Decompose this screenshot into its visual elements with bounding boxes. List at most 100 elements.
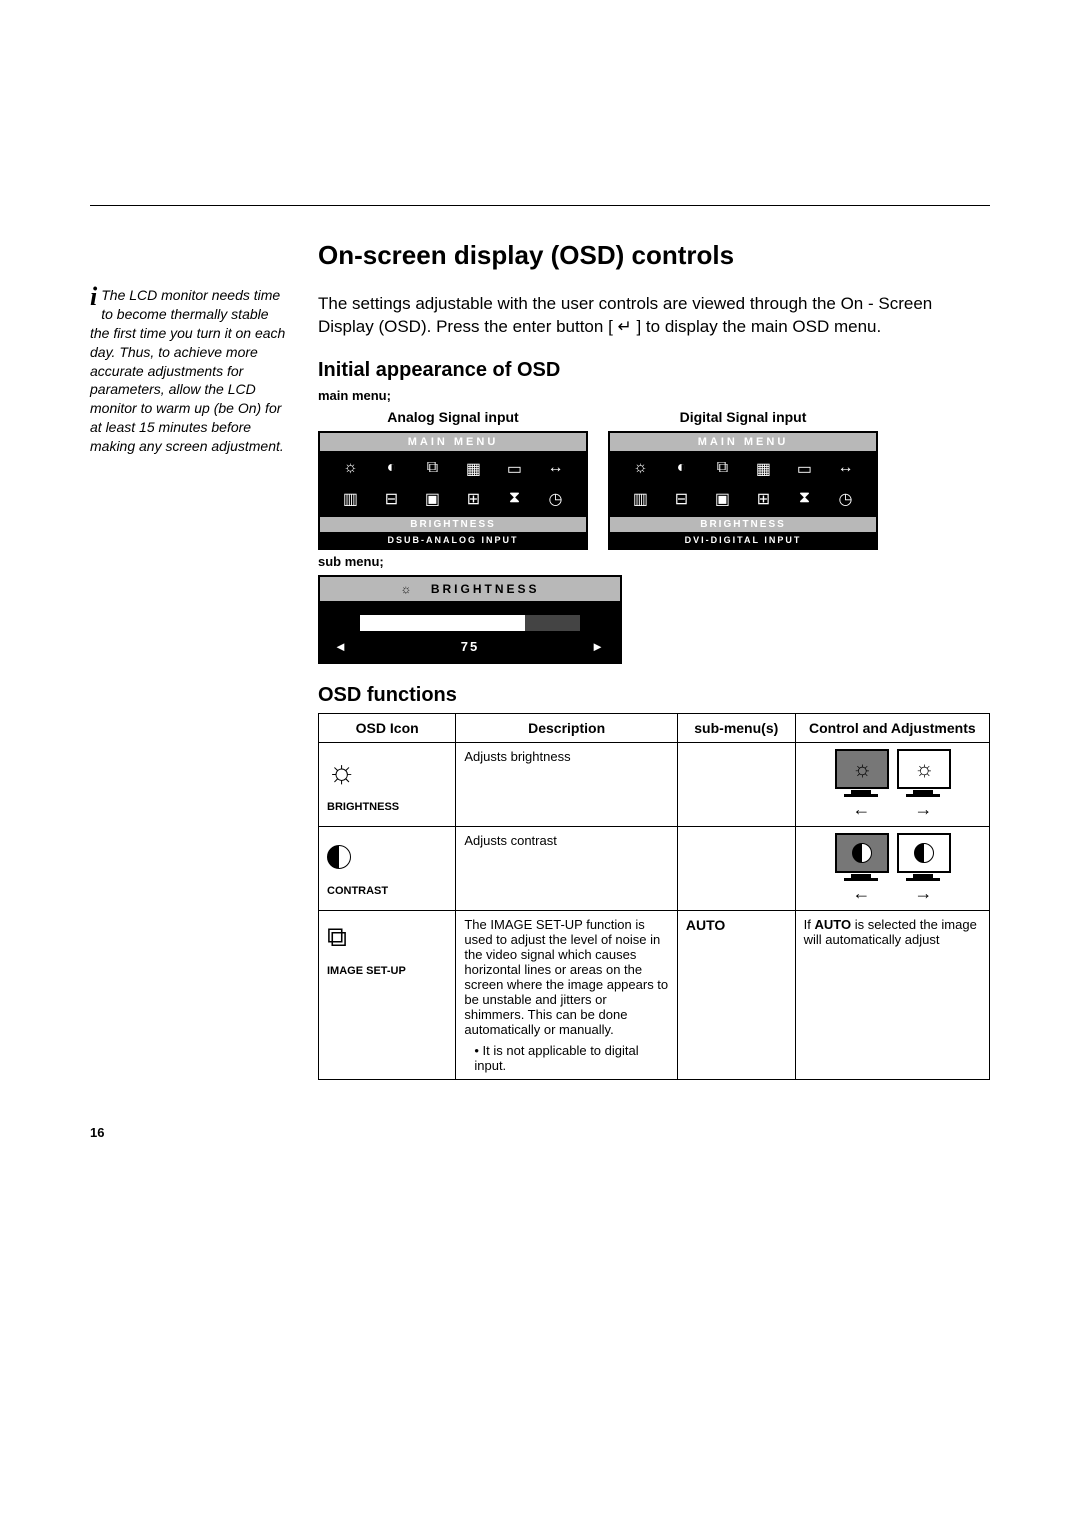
sub-cell: AUTO — [677, 910, 795, 1079]
th-icon: OSD Icon — [319, 713, 456, 742]
arrow-left-icon: ← — [835, 883, 887, 904]
horizontal-rule — [90, 205, 990, 206]
th-sub: sub-menu(s) — [677, 713, 795, 742]
sub-menu-label: sub menu; — [318, 554, 990, 569]
sidebar-text: The LCD monitor needs time to become the… — [90, 287, 285, 454]
desc-bullet: • It is not applicable to digital input. — [464, 1043, 669, 1073]
monitor-screen-icon: ☼ — [897, 749, 951, 789]
contrast-icon: ◐ — [372, 459, 411, 479]
desc-text: The IMAGE SET-UP function is used to adj… — [464, 917, 668, 1037]
color-icon: ▥ — [331, 489, 370, 509]
monitor-light: ☼ → — [897, 749, 949, 820]
osd-main-title-d: MAIN MENU — [610, 433, 876, 451]
color-icon: ▥ — [621, 489, 660, 509]
left-arrow-icon: ◄ — [334, 639, 349, 654]
input-icon: ⊟ — [662, 489, 701, 509]
osd-subtitle: BRIGHTNESS — [320, 517, 586, 532]
brightness-bar — [360, 615, 580, 631]
osd-functions-table: OSD Icon Description sub-menu(s) Control… — [318, 713, 990, 1080]
size-icon: ▭ — [785, 459, 824, 479]
contrast-icon — [327, 837, 447, 874]
sun-icon: ☼ — [400, 582, 414, 596]
reset-icon: ↔ — [536, 459, 575, 479]
table-row: ⧉ IMAGE SET-UP The IMAGE SET-UP function… — [319, 910, 990, 1079]
document-page: i The LCD monitor needs time to become t… — [0, 0, 1080, 1525]
brightness-bar-fill — [360, 615, 525, 631]
osd-submenu-box: ☼ BRIGHTNESS ◄ 75 ► — [318, 575, 622, 664]
icon-cell-brightness: ☼ BRIGHTNESS — [319, 742, 456, 826]
icon-cell-image-setup: ⧉ IMAGE SET-UP — [319, 910, 456, 1079]
osd-input-analog: DSUB-ANALOG INPUT — [320, 532, 586, 548]
arrow-left-icon: ← — [835, 799, 887, 820]
monitor-light: → — [897, 833, 949, 904]
reset-icon: ↔ — [826, 459, 865, 479]
osd-box-analog: MAIN MENU ☼ ◐ ⧉ ▦ ▭ ↔ ▥ ⊟ ▣ ⊞ ⧗ — [318, 431, 588, 550]
osd-digital-column: Digital Signal input MAIN MENU ☼ ◐ ⧉ ▦ ▭… — [608, 409, 878, 550]
osd-preview-row: Analog Signal input MAIN MENU ☼ ◐ ⧉ ▦ ▭ … — [318, 409, 990, 550]
info-osd-icon: ▣ — [413, 489, 452, 509]
contrast-icon: ◐ — [662, 459, 701, 479]
position-icon: ▦ — [454, 459, 493, 479]
page-number: 16 — [90, 1125, 104, 1140]
heading-2b: OSD functions — [318, 684, 990, 707]
submenu-header: ☼ BRIGHTNESS — [320, 577, 620, 601]
submenu-title: BRIGHTNESS — [431, 582, 540, 596]
brightness-icon: ☼ — [331, 459, 370, 479]
monitor-pair: ← → — [804, 833, 981, 904]
osd-icon-grid: ☼ ◐ ⧉ ▦ ▭ ↔ ▥ ⊟ ▣ ⊞ ⧗ ◷ — [320, 451, 586, 517]
clock-icon: ◷ — [826, 489, 865, 509]
language-icon: ⊞ — [744, 489, 783, 509]
sub-cell — [677, 742, 795, 826]
osd-analog-column: Analog Signal input MAIN MENU ☼ ◐ ⧉ ▦ ▭ … — [318, 409, 588, 550]
monitor-screen-icon — [897, 833, 951, 873]
osd-main-title: MAIN MENU — [320, 433, 586, 451]
input-icon: ⊟ — [372, 489, 411, 509]
main-menu-label: main menu; — [318, 388, 990, 403]
adj-cell: If AUTO is selected the image will autom… — [795, 910, 989, 1079]
analog-title: Analog Signal input — [318, 409, 588, 425]
th-desc: Description — [456, 713, 678, 742]
brightness-icon: ☼ — [327, 753, 447, 790]
image-setup-icon: ⧉ — [413, 459, 452, 479]
monitor-screen-icon — [835, 833, 889, 873]
osd-subtitle-d: BRIGHTNESS — [610, 517, 876, 532]
image-setup-icon: ⧉ — [327, 921, 447, 954]
osd-icon-grid-d: ☼ ◐ ⧉ ▦ ▭ ↔ ▥ ⊟ ▣ ⊞ ⧗ ◷ — [610, 451, 876, 517]
arrow-right-icon: → — [897, 883, 949, 904]
intro-paragraph: The settings adjustable with the user co… — [318, 293, 990, 339]
content-area: i The LCD monitor needs time to become t… — [90, 200, 990, 1080]
monitor-dark: ← — [835, 833, 887, 904]
main-column: On-screen display (OSD) controls The set… — [318, 240, 990, 1080]
icon-label: CONTRAST — [327, 885, 388, 897]
language-icon: ⊞ — [454, 489, 493, 509]
heading-2a: Initial appearance of OSD — [318, 359, 990, 382]
table-header-row: OSD Icon Description sub-menu(s) Control… — [319, 713, 990, 742]
adj-cell: ☼ ← ☼ → — [795, 742, 989, 826]
brightness-value-row: ◄ 75 ► — [320, 639, 620, 654]
digital-title: Digital Signal input — [608, 409, 878, 425]
osd-input-digital: DVI-DIGITAL INPUT — [610, 532, 876, 548]
monitor-pair: ☼ ← ☼ → — [804, 749, 981, 820]
desc-cell: The IMAGE SET-UP function is used to adj… — [456, 910, 678, 1079]
adj-cell: ← → — [795, 826, 989, 910]
icon-label: IMAGE SET-UP — [327, 965, 406, 977]
auto-bold: AUTO — [814, 917, 851, 932]
table-row: ☼ BRIGHTNESS Adjusts brightness ☼ ← — [319, 742, 990, 826]
clock-icon: ◷ — [536, 489, 575, 509]
monitor-screen-icon: ☼ — [835, 749, 889, 789]
image-setup-icon: ⧉ — [703, 459, 742, 479]
monitor-dark: ☼ ← — [835, 749, 887, 820]
info-osd-icon: ▣ — [703, 489, 742, 509]
brightness-icon: ☼ — [621, 459, 660, 479]
timer-icon: ⧗ — [495, 489, 534, 509]
size-icon: ▭ — [495, 459, 534, 479]
th-adj: Control and Adjustments — [795, 713, 989, 742]
info-icon: i — [90, 286, 97, 308]
heading-1: On-screen display (OSD) controls — [318, 240, 990, 271]
icon-cell-contrast: CONTRAST — [319, 826, 456, 910]
sub-cell — [677, 826, 795, 910]
right-arrow-icon: ► — [591, 639, 606, 654]
osd-box-digital: MAIN MENU ☼ ◐ ⧉ ▦ ▭ ↔ ▥ ⊟ ▣ ⊞ ⧗ — [608, 431, 878, 550]
desc-cell: Adjusts brightness — [456, 742, 678, 826]
position-icon: ▦ — [744, 459, 783, 479]
